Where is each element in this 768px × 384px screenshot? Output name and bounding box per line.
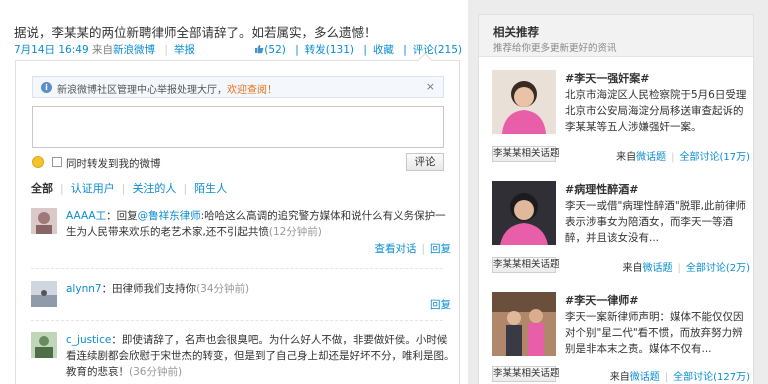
comment-user[interactable]: AAAA工 — [66, 210, 106, 222]
comment-divider — [31, 268, 443, 269]
info-icon: i — [41, 82, 52, 93]
topic-discuss[interactable]: 全部讨论(17万) — [679, 152, 750, 163]
topic-image[interactable] — [492, 292, 556, 356]
topic-tag-button[interactable]: 李某某相关话题 — [492, 366, 560, 382]
also-repost-checkbox[interactable] — [52, 157, 62, 167]
related-sidebar: 相关推荐 推荐给你更多更新更好的资讯 #李天一强奸案# 北京市海淀区人民检察院于… — [478, 14, 754, 384]
post-date[interactable]: 7月14日 16:49 — [14, 44, 89, 56]
topic-source-prefix: 来自 — [622, 263, 643, 274]
favorite-button[interactable]: 收藏 — [373, 44, 394, 56]
comment-text: ：即使请辞了，名声也会很臭吧。为什么好人不做，非要做奸侯。小时候看连续剧都会欣慰… — [66, 334, 455, 378]
topic-name[interactable]: #李天一强奸案# — [565, 70, 649, 86]
post-meta: 7月14日 16:49 来自新浪微博 | 举报 (52) | 转发(131) | 收藏… — [14, 44, 462, 56]
sidebar-header: 相关推荐 推荐给你更多更新更好的资讯 — [479, 15, 753, 57]
topic-tag-button[interactable]: 李某某相关话题 — [492, 146, 560, 162]
topic-source-prefix: 来自 — [609, 372, 630, 383]
also-repost-label: 同时转发到我的微博 — [66, 158, 161, 170]
comment-item: AAAA工：回复@鲁祥东律师:哈哈这么高调的追究警方媒体和说什么有义务保护一生为… — [31, 208, 451, 268]
topic-desc: 李天一案新律师声明：媒体不能仅仅因对个别"星二代"看不惯，而放弃努力辨别是非本末… — [565, 311, 744, 355]
topic-card: #李天一强奸案# 北京市海淀区人民检察院于5月6日受理北京市公安局海淀分局移送审… — [492, 70, 750, 163]
comment-pre: ：回复 — [106, 210, 138, 222]
topic-image[interactable] — [492, 181, 556, 245]
topic-desc: 北京市海淀区人民检察院于5月6日受理北京市公安局海淀分局移送审查起诉的李某某等五… — [565, 89, 747, 133]
notice-bar: i 新浪微博社区管理中心举报处理大厅，欢迎查阅！ × — [32, 76, 444, 98]
topic-card: #病理性醉酒# 李天一或借"病理性醉酒"脱罪,此前律师表示涉事女为陪酒女，而李天… — [492, 181, 750, 274]
topic-source[interactable]: 微话题 — [630, 372, 660, 383]
topic-tag-button[interactable]: 李某某相关话题 — [492, 257, 560, 273]
comment-mention[interactable]: @鲁祥东律师 — [138, 210, 201, 222]
comment-text: ：田律师我们支持你 — [101, 283, 197, 295]
repost-button[interactable]: 转发(131) — [305, 44, 354, 56]
comment-item: alynn7：田律师我们支持你(34分钟前) 回复 — [31, 281, 451, 317]
topic-source[interactable]: 微话题 — [636, 152, 666, 163]
close-icon[interactable]: × — [426, 80, 435, 93]
view-thread-link[interactable]: 查看对话 — [374, 243, 416, 255]
notice-link[interactable]: 欢迎查阅！ — [227, 85, 277, 96]
topic-name[interactable]: #李天一律师# — [565, 292, 638, 308]
post-source[interactable]: 新浪微博 — [113, 44, 155, 56]
comment-user[interactable]: alynn7 — [66, 283, 102, 295]
comment-item: c_justice：即使请辞了，名声也会很臭吧。为什么好人不做，非要做奸侯。小时… — [31, 332, 455, 384]
weibo-post-panel: 据说，李某某的两位新聘律师全部请辞了。如若属实，多么遗憾！ 7月14日 16:4… — [0, 0, 468, 384]
avatar[interactable] — [31, 208, 57, 234]
thumbs-up-icon[interactable] — [254, 44, 264, 54]
comment-time: (36分钟前) — [129, 366, 183, 378]
post-text: 据说，李某某的两位新聘律师全部请辞了。如若属实，多么遗憾！ — [14, 25, 377, 40]
filter-following[interactable]: 关注的人 — [132, 182, 176, 195]
report-link[interactable]: 举报 — [174, 44, 195, 56]
source-prefix: 来自 — [91, 44, 113, 56]
sidebar-subtitle: 推荐给你更多更新更好的资讯 — [493, 43, 617, 54]
comment-input[interactable] — [32, 106, 444, 148]
comment-section: i 新浪微博社区管理中心举报处理大厅，欢迎查阅！ × 同时转发到我的微博 评论 … — [15, 52, 460, 384]
topic-desc: 李天一或借"病理性醉酒"脱罪,此前律师表示涉事女为陪酒女，而李天一等酒醉，并且该… — [565, 200, 746, 244]
notice-text: 新浪微博社区管理中心举报处理大厅， — [57, 85, 227, 96]
avatar[interactable] — [31, 281, 57, 307]
topic-image[interactable] — [492, 70, 556, 134]
composer-controls: 同时转发到我的微博 评论 — [32, 153, 444, 173]
emoji-icon[interactable] — [32, 156, 44, 168]
topic-source-prefix: 来自 — [616, 152, 637, 163]
reply-link[interactable]: 回复 — [430, 243, 451, 255]
topic-discuss[interactable]: 全部讨论(127万) — [673, 372, 750, 383]
reply-link[interactable]: 回复 — [430, 299, 451, 311]
topic-discuss[interactable]: 全部讨论(2万) — [686, 263, 750, 274]
topic-card: #李天一律师# 李天一案新律师声明：媒体不能仅仅因对个别"星二代"看不惯，而放弃… — [492, 292, 750, 383]
likes-count[interactable]: (52) — [264, 44, 286, 56]
comment-user[interactable]: c_justice — [66, 334, 111, 346]
sidebar-title: 相关推荐 — [493, 25, 539, 39]
filter-all[interactable]: 全部 — [31, 182, 53, 195]
filter-verified[interactable]: 认证用户 — [71, 182, 115, 195]
filter-strangers[interactable]: 陌生人 — [194, 182, 227, 195]
comment-filters: 全部 | 认证用户 | 关注的人 | 陌生人 — [31, 182, 228, 195]
comment-button[interactable]: 评论(215) — [413, 44, 462, 56]
avatar[interactable] — [31, 332, 57, 358]
comment-divider — [31, 320, 443, 321]
submit-comment-button[interactable]: 评论 — [406, 153, 444, 171]
comment-time: (12分钟前) — [268, 226, 322, 238]
topic-name[interactable]: #病理性醉酒# — [565, 181, 638, 197]
topic-source[interactable]: 微话题 — [642, 263, 672, 274]
comment-time: (34分钟前) — [196, 283, 250, 295]
